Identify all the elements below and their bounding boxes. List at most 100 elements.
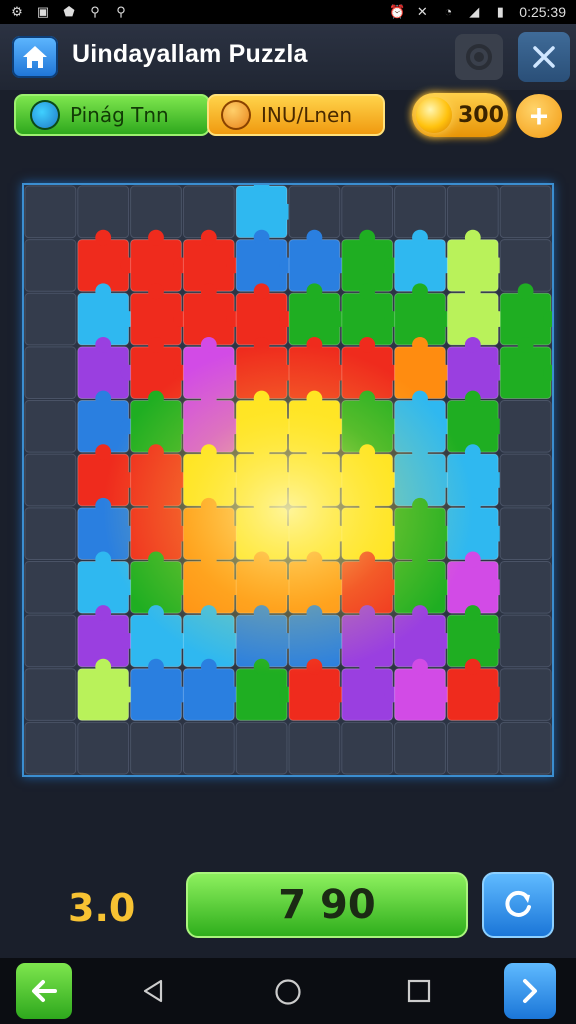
puzzle-knob xyxy=(95,551,112,568)
status-left: ⚙ ▣ ⬟ ⚲ ⚲ xyxy=(10,5,128,19)
coin-counter: 300 xyxy=(412,93,508,137)
settings-button[interactable] xyxy=(455,34,503,80)
puzzle-knob xyxy=(464,444,481,461)
puzzle-grid[interactable] xyxy=(24,185,552,775)
puzzle-knob xyxy=(253,229,270,246)
add-coins-button[interactable]: + xyxy=(516,94,562,138)
plus-icon: + xyxy=(529,97,549,134)
empty-slot xyxy=(24,400,77,453)
puzzle-knob xyxy=(464,390,481,407)
puzzle-knob xyxy=(464,283,481,300)
empty-slot xyxy=(499,507,552,560)
empty-slot xyxy=(130,721,182,775)
puzzle-knob xyxy=(464,551,481,568)
puzzle-knob xyxy=(200,229,217,246)
signal-icon: ◢ xyxy=(469,4,480,19)
empty-slot xyxy=(24,721,77,775)
main-action-button[interactable]: 7 90 xyxy=(186,872,468,938)
puzzle-knob xyxy=(306,283,323,300)
empty-slot xyxy=(77,721,130,775)
puzzle-knob xyxy=(464,229,481,246)
empty-slot xyxy=(499,400,552,453)
puzzle-knob xyxy=(412,283,428,300)
puzzle-knob xyxy=(200,283,217,300)
empty-slot xyxy=(24,346,77,400)
board-glow xyxy=(103,344,473,675)
empty-slot xyxy=(288,721,341,775)
puzzle-board[interactable] xyxy=(22,183,554,777)
image-icon: ▣ xyxy=(36,4,50,19)
empty-slot xyxy=(182,721,235,775)
coin-icon xyxy=(221,100,251,130)
refresh-button[interactable] xyxy=(482,872,554,938)
back-button[interactable] xyxy=(16,963,72,1019)
empty-slot xyxy=(499,614,552,668)
puzzle-knob xyxy=(253,283,270,300)
empty-slot xyxy=(499,560,552,614)
arrow-left-icon xyxy=(32,980,57,1002)
empty-slot xyxy=(499,453,552,507)
puzzle-knob xyxy=(359,229,376,246)
mute-icon: ✕ xyxy=(416,4,428,19)
close-button[interactable] xyxy=(518,32,570,82)
puzzle-knob xyxy=(200,336,217,353)
empty-slot xyxy=(24,292,77,346)
status-bar: ⚙ ▣ ⬟ ⚲ ⚲ ⏰ ✕ ◔ ◢ ▮ 0:25:39 xyxy=(0,0,576,24)
empty-slot xyxy=(446,721,499,775)
puzzle-knob xyxy=(95,336,112,353)
empty-slot xyxy=(24,239,77,292)
arrow-right-icon xyxy=(523,979,537,1003)
puzzle-knob xyxy=(95,658,112,675)
empty-slot xyxy=(235,721,288,775)
globe-icon xyxy=(30,100,60,130)
refresh-icon xyxy=(505,890,531,917)
puzzle-knob xyxy=(95,229,112,246)
puzzle-knob xyxy=(306,229,323,246)
coin-count: 300 xyxy=(458,102,504,128)
navigation-bar xyxy=(0,958,576,1024)
mode-label: Pinág Tnn xyxy=(70,103,169,127)
empty-slot xyxy=(24,453,77,507)
settings-icon: ⚙ xyxy=(11,4,23,19)
puzzle-knob xyxy=(412,229,428,246)
nav-home-icon[interactable] xyxy=(274,978,302,1006)
puzzle-knob xyxy=(359,658,376,675)
close-icon xyxy=(533,46,555,68)
alarm-icon: ⏰ xyxy=(389,4,406,19)
puzzle-knob xyxy=(95,390,112,407)
nav-recents-icon[interactable] xyxy=(406,978,432,1004)
empty-slot xyxy=(499,721,552,775)
puzzle-knob xyxy=(464,605,481,622)
puzzle-knob xyxy=(464,336,481,353)
empty-slot xyxy=(394,721,446,775)
empty-slot xyxy=(499,185,552,239)
puzzle-knob xyxy=(464,658,481,675)
nav-back-icon[interactable] xyxy=(140,978,166,1004)
empty-slot xyxy=(341,721,394,775)
empty-slot xyxy=(499,668,552,721)
shield-icon: ⬟ xyxy=(63,4,75,19)
score-label: 3.0 xyxy=(68,886,136,930)
puzzle-knob xyxy=(95,605,112,622)
level-tab[interactable]: INU/Lnen xyxy=(207,94,385,136)
empty-slot xyxy=(24,507,77,560)
puzzle-knob xyxy=(412,336,428,353)
empty-slot xyxy=(24,185,77,239)
puzzle-knob xyxy=(148,229,164,246)
puzzle-knob xyxy=(148,336,164,353)
status-right: ⏰ ✕ ◔ ◢ ▮ 0:25:39 xyxy=(389,4,566,20)
puzzle-knob xyxy=(95,283,112,300)
mode-tab[interactable]: Pinág Tnn xyxy=(14,94,210,136)
empty-slot xyxy=(24,560,77,614)
puzzle-knob xyxy=(200,658,217,675)
puzzle-knob xyxy=(517,283,534,300)
forward-button[interactable] xyxy=(504,963,556,1019)
puzzle-knob xyxy=(148,658,164,675)
home-button[interactable] xyxy=(12,36,58,78)
usb-icon: ⚲ xyxy=(116,4,126,19)
puzzle-knob xyxy=(412,658,428,675)
status-time: 0:25:39 xyxy=(519,4,566,20)
empty-slot xyxy=(24,668,77,721)
gear-icon xyxy=(466,44,492,70)
home-icon xyxy=(23,46,47,68)
